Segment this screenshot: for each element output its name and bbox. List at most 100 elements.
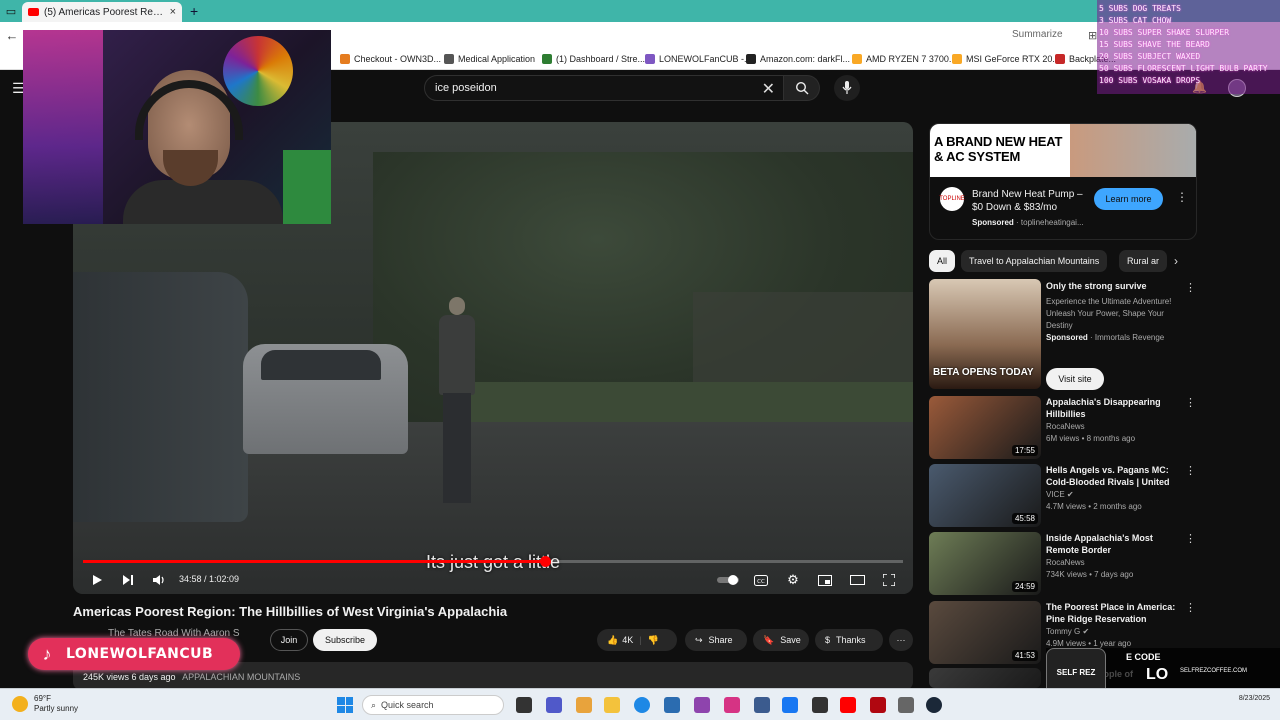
theater-mode-button[interactable] bbox=[847, 570, 867, 590]
fullscreen-button[interactable] bbox=[879, 570, 899, 590]
store-icon[interactable] bbox=[664, 697, 680, 713]
video-menu-icon[interactable]: ⋮ bbox=[1185, 464, 1196, 477]
extension-icon[interactable]: ⊞ bbox=[1088, 29, 1097, 42]
join-button[interactable]: Join bbox=[270, 629, 308, 651]
app-icon-blue[interactable] bbox=[754, 697, 770, 713]
sub-goal-line: 3 SUBS CAT CHOW bbox=[1099, 16, 1172, 25]
video-channel[interactable]: RocaNews bbox=[1046, 558, 1085, 567]
edge-browser-icon[interactable] bbox=[634, 697, 650, 713]
search-button[interactable] bbox=[784, 75, 820, 101]
video-menu-icon[interactable]: ⋮ bbox=[1185, 396, 1196, 409]
sponsored-thumbnail[interactable]: BETA OPENS TODAY bbox=[929, 279, 1041, 389]
sponsored-label: Sponsored bbox=[1046, 333, 1088, 342]
share-button[interactable]: ↪ Share bbox=[685, 629, 747, 651]
visit-site-button[interactable]: Visit site bbox=[1046, 368, 1104, 390]
video-thumbnail[interactable]: 41:53 bbox=[929, 601, 1041, 664]
video-title[interactable]: Appalachia's Disappearing Hillbillies bbox=[1046, 396, 1176, 420]
clear-search-icon[interactable]: ✕ bbox=[762, 79, 775, 99]
thanks-button[interactable]: $ Thanks bbox=[815, 629, 883, 651]
chips-next-arrow-icon[interactable]: › bbox=[1174, 254, 1178, 268]
progress-bar[interactable] bbox=[83, 556, 903, 567]
weather-widget[interactable]: 69°F Partly sunny bbox=[12, 694, 78, 714]
steam-icon[interactable] bbox=[926, 697, 942, 713]
video-channel[interactable]: Tommy G ✔ bbox=[1046, 627, 1089, 636]
app-icon-dark[interactable] bbox=[812, 697, 828, 713]
ad-domain: toplineheatingai... bbox=[1020, 218, 1084, 227]
windows-start-icon[interactable] bbox=[337, 697, 353, 713]
sponsored-video[interactable]: BETA OPENS TODAY Only the strong survive… bbox=[929, 279, 1197, 390]
bookmark-item[interactable]: Amazon.com: darkFl... bbox=[746, 52, 850, 66]
subscribe-button[interactable]: Subscribe bbox=[313, 629, 377, 651]
video-channel[interactable]: VICE ✔ bbox=[1046, 490, 1074, 499]
thanks-dollar-icon: $ bbox=[825, 635, 831, 645]
filter-chip[interactable]: All bbox=[929, 250, 956, 272]
play-button[interactable] bbox=[87, 570, 107, 590]
recommended-video[interactable]: 24:59 Inside Appalachia's Most Remote Bor… bbox=[929, 532, 1197, 598]
video-title[interactable]: The Poorest Place in America: Pine Ridge… bbox=[1046, 601, 1176, 625]
bookmark-item[interactable]: (1) Dashboard / Stre... bbox=[542, 52, 645, 66]
sponsored-menu-icon[interactable]: ⋮ bbox=[1185, 281, 1196, 294]
app-icon-grey[interactable] bbox=[898, 697, 914, 713]
taskbar-search[interactable]: ⌕ Quick search bbox=[362, 695, 504, 715]
filter-chip[interactable]: Rural ar bbox=[1119, 250, 1168, 272]
video-channel[interactable]: RocaNews bbox=[1046, 422, 1085, 431]
netflix-icon[interactable] bbox=[870, 697, 886, 713]
bookmark-item[interactable]: Checkout - OWN3D... bbox=[340, 52, 441, 66]
recommended-video[interactable]: 45:58 Hells Angels vs. Pagans MC: Cold-Bl… bbox=[929, 464, 1197, 530]
video-meta: 4.7M views • 2 months ago bbox=[1046, 502, 1142, 511]
bookmark-item[interactable]: Medical Application bbox=[444, 52, 535, 66]
recommended-video[interactable]: 17:55 Appalachia's Disappearing Hillbilli… bbox=[929, 396, 1197, 462]
more-actions-button[interactable]: ··· bbox=[889, 629, 913, 651]
task-view-icon[interactable] bbox=[516, 697, 532, 713]
autoplay-toggle[interactable] bbox=[717, 570, 741, 590]
ad-menu-icon[interactable]: ⋮ bbox=[1176, 190, 1188, 204]
youtube-icon[interactable] bbox=[840, 697, 856, 713]
search-box[interactable]: ✕ bbox=[424, 75, 784, 101]
video-thumbnail[interactable]: 24:59 bbox=[929, 532, 1041, 595]
summarize-button[interactable]: Summarize bbox=[1012, 29, 1063, 40]
ad-title[interactable]: Brand New Heat Pump – $0 Down & $83/mo bbox=[972, 188, 1090, 214]
teams-icon[interactable] bbox=[546, 697, 562, 713]
learn-more-button[interactable]: Learn more bbox=[1094, 188, 1163, 210]
video-tag[interactable]: APPALACHIAN MOUNTAINS bbox=[182, 672, 300, 682]
facebook-icon[interactable] bbox=[782, 697, 798, 713]
video-menu-icon[interactable]: ⋮ bbox=[1185, 532, 1196, 545]
save-button[interactable]: 🔖 Save bbox=[753, 629, 809, 651]
back-arrow-icon[interactable]: ← bbox=[0, 28, 24, 43]
video-thumbnail[interactable]: 45:58 bbox=[929, 464, 1041, 527]
new-tab-button[interactable]: + bbox=[190, 3, 198, 19]
voice-search-button[interactable] bbox=[834, 75, 860, 101]
video-thumbnail[interactable] bbox=[929, 668, 1041, 688]
copilot-icon[interactable] bbox=[576, 697, 592, 713]
video-thumbnail[interactable]: 17:55 bbox=[929, 396, 1041, 459]
miniplayer-button[interactable] bbox=[815, 570, 835, 590]
instagram-icon[interactable] bbox=[724, 697, 740, 713]
video-meta: 4.9M views • 1 year ago bbox=[1046, 639, 1132, 648]
next-button[interactable] bbox=[118, 570, 138, 590]
volume-button[interactable] bbox=[149, 570, 169, 590]
filter-chip[interactable]: Travel to Appalachian Mountains bbox=[961, 250, 1108, 272]
tab-close-icon[interactable]: × bbox=[170, 6, 176, 18]
sidebar-ad-card[interactable]: A BRAND NEW HEAT & AC SYSTEM TOPLINE Bra… bbox=[929, 123, 1197, 240]
video-title[interactable]: Inside Appalachia's Most Remote Border bbox=[1046, 532, 1176, 556]
video-menu-icon[interactable]: ⋮ bbox=[1185, 601, 1196, 614]
tiktok-icon: ♪ bbox=[42, 643, 52, 664]
bookmark-item[interactable]: AMD RYZEN 7 3700... bbox=[852, 52, 956, 66]
settings-button[interactable]: ⚙ bbox=[783, 570, 803, 590]
captions-button[interactable]: CC bbox=[751, 570, 771, 590]
dislike-button[interactable]: 👎 bbox=[648, 635, 659, 646]
video-title[interactable]: Hells Angels vs. Pagans MC: Cold-Blooded… bbox=[1046, 464, 1176, 488]
progress-fill bbox=[83, 560, 545, 563]
miniplayer-icon bbox=[818, 574, 832, 586]
bookmark-item[interactable]: MSI GeForce RTX 20... bbox=[952, 52, 1060, 66]
bookmark-item[interactable]: LONEWOLFanCUB -... bbox=[645, 52, 752, 66]
sub-goal-line: 20 SUBS SUBJECT WAXED bbox=[1099, 52, 1201, 61]
sponsored-title[interactable]: Only the strong survive bbox=[1046, 281, 1147, 291]
like-button[interactable]: 👍 4K bbox=[607, 635, 633, 646]
progress-scrubber[interactable] bbox=[539, 556, 551, 567]
browser-tab[interactable]: (5) Americas Poorest Region: The × bbox=[22, 2, 182, 22]
app-icon-purple[interactable] bbox=[694, 697, 710, 713]
window-menu-icon[interactable]: ▭ bbox=[0, 0, 22, 22]
search-input[interactable] bbox=[435, 82, 755, 94]
file-explorer-icon[interactable] bbox=[604, 697, 620, 713]
